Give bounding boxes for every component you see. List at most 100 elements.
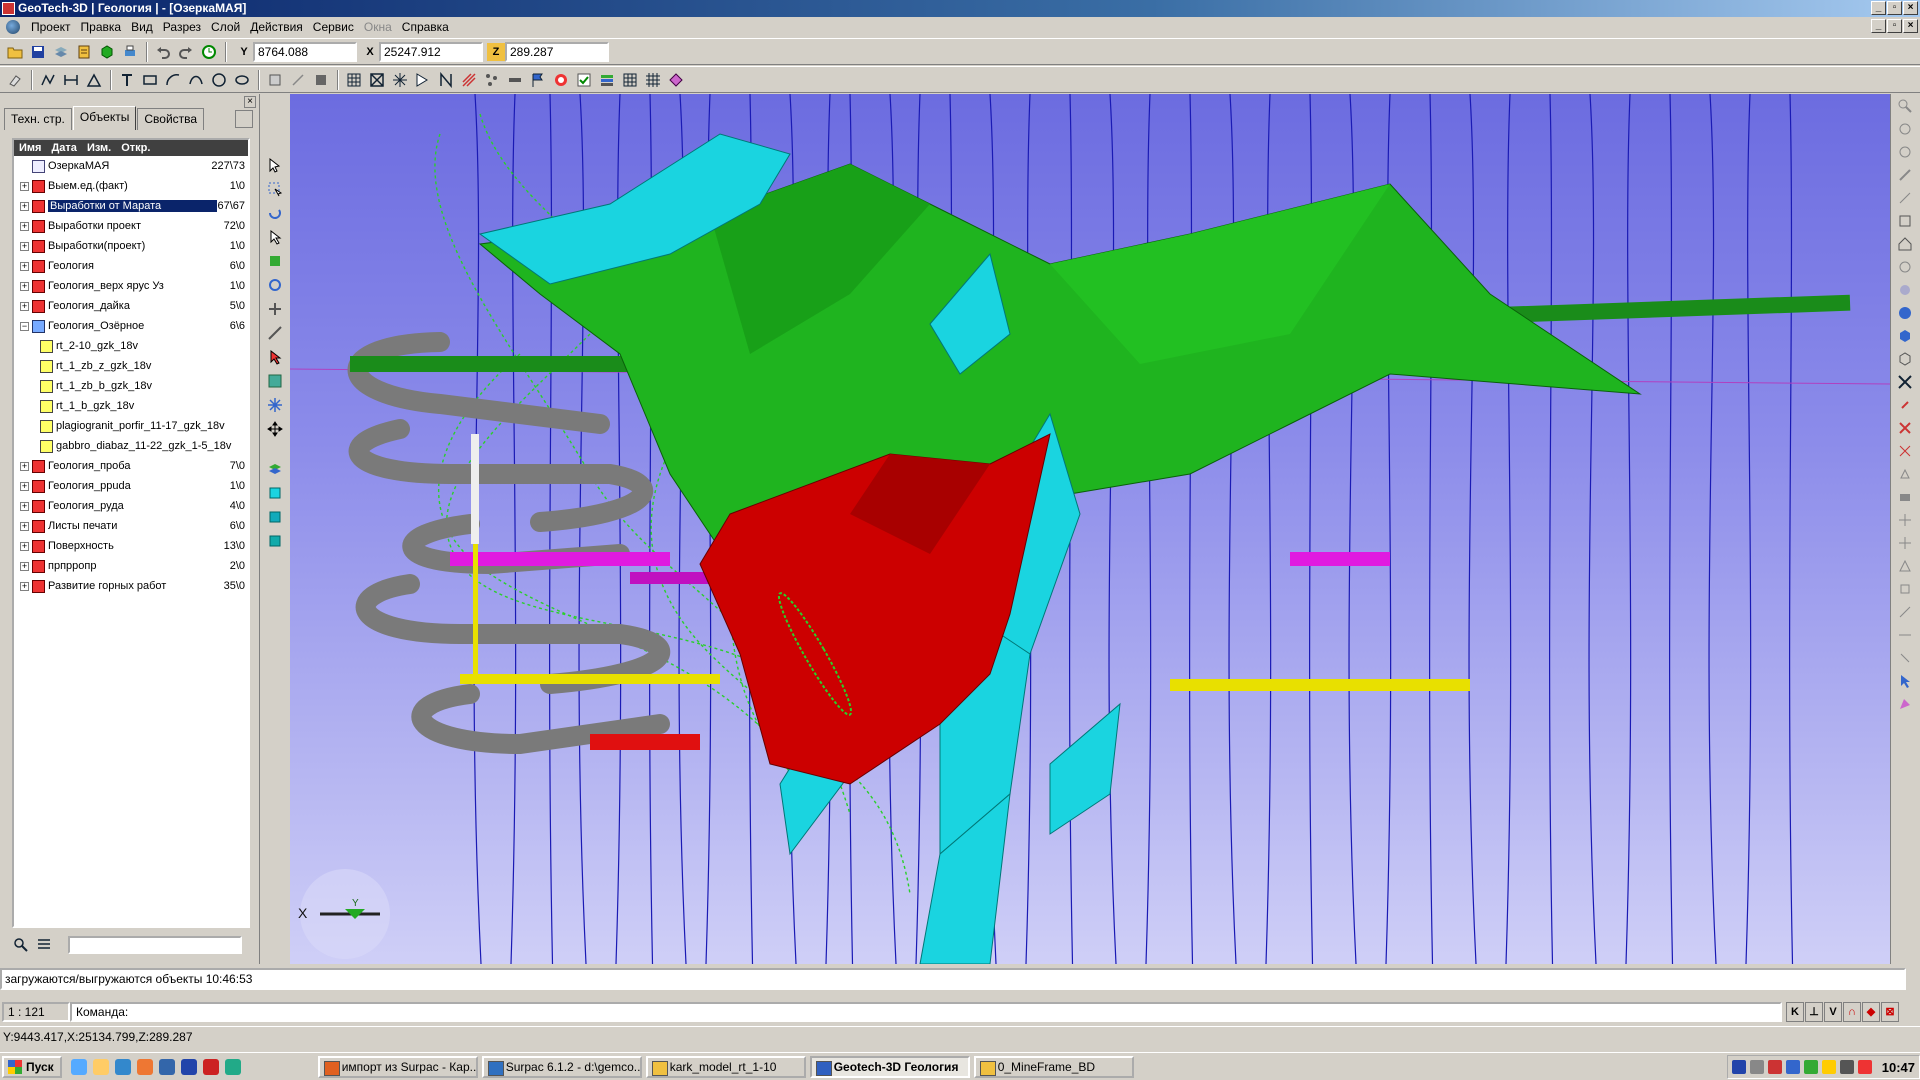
z-coord-input[interactable] — [505, 41, 609, 62]
polyline-icon[interactable] — [37, 69, 59, 91]
expand-icon[interactable]: + — [20, 181, 29, 191]
snowflake-icon[interactable] — [264, 394, 286, 416]
scatter-icon[interactable] — [481, 69, 503, 91]
column-date[interactable]: Дата — [46, 142, 81, 154]
hatch-icon[interactable] — [458, 69, 480, 91]
cursor-icon[interactable] — [1894, 670, 1916, 692]
snap-perp-button[interactable]: ⊥ — [1805, 1002, 1823, 1022]
grid-icon[interactable] — [343, 69, 365, 91]
palette-icon[interactable] — [665, 69, 687, 91]
taskbar-button[interactable]: kark_model_rt_1-10 — [645, 1055, 806, 1078]
angle-icon[interactable] — [83, 69, 105, 91]
rectangle-icon[interactable] — [139, 69, 161, 91]
pick-icon[interactable] — [264, 346, 286, 368]
tree-subitem[interactable]: gabbro_diabaz_11-22_gzk_1-5_18v — [14, 436, 248, 456]
node-icon[interactable] — [264, 250, 286, 272]
scene-canvas[interactable]: X Y — [290, 94, 1890, 964]
column-name[interactable]: Имя — [14, 142, 46, 154]
panel-options-button[interactable] — [235, 110, 253, 128]
tree-item[interactable]: + Геология_проба 7\0 — [14, 456, 248, 476]
collapse-icon[interactable]: − — [20, 321, 29, 331]
expand-icon[interactable]: + — [20, 301, 29, 311]
outlook-icon[interactable] — [158, 1058, 175, 1075]
snap-arc-button[interactable]: ∩ — [1843, 1002, 1861, 1022]
view-side-icon[interactable] — [264, 506, 286, 528]
tree-item[interactable]: + Геология_ррuda 1\0 — [14, 476, 248, 496]
dimension-icon[interactable] — [60, 69, 82, 91]
expand-icon[interactable]: + — [20, 241, 29, 251]
tool-a-icon[interactable] — [1894, 463, 1916, 485]
stack-icon[interactable] — [73, 41, 95, 63]
menu-help[interactable]: Справка — [397, 20, 454, 34]
document-icon[interactable] — [6, 20, 20, 34]
compass-icon[interactable] — [1894, 256, 1916, 278]
tree-item[interactable]: + Выработки проект 72\0 — [14, 216, 248, 236]
expand-icon[interactable]: + — [20, 481, 29, 491]
house-icon[interactable] — [1894, 233, 1916, 255]
tree-item[interactable]: + Геология_руда 4\0 — [14, 496, 248, 516]
stamp-icon[interactable] — [310, 69, 332, 91]
rotate-icon[interactable] — [264, 202, 286, 224]
arc-icon[interactable] — [162, 69, 184, 91]
mesh-icon[interactable] — [642, 69, 664, 91]
undo-icon[interactable] — [152, 41, 174, 63]
menu-view[interactable]: Вид — [126, 20, 158, 34]
tool-b-icon[interactable] — [1894, 486, 1916, 508]
ie-icon[interactable] — [114, 1058, 131, 1075]
taskbar-button[interactable]: Geotech-3D Геология — [809, 1055, 970, 1078]
tree-root[interactable]: ОзеркаМАЯ 227\73 — [14, 156, 248, 176]
menu-actions[interactable]: Действия — [245, 20, 308, 34]
cross-box-icon[interactable] — [366, 69, 388, 91]
measure-icon[interactable] — [264, 322, 286, 344]
select-box-icon[interactable] — [264, 178, 286, 200]
tool-e-icon[interactable] — [1894, 555, 1916, 577]
pan-icon[interactable] — [264, 298, 286, 320]
tray-app-icon[interactable] — [1785, 1060, 1800, 1074]
word-icon[interactable] — [180, 1058, 197, 1075]
browser-icon[interactable] — [224, 1058, 241, 1075]
scale-display[interactable]: 1 : 121 — [2, 1002, 70, 1022]
zoom-window-icon[interactable] — [1894, 164, 1916, 186]
taskbar-button[interactable]: импорт из Surpac - Кар... — [317, 1055, 478, 1078]
tool-d-icon[interactable] — [1894, 532, 1916, 554]
expand-icon[interactable]: + — [20, 561, 29, 571]
antivirus-icon[interactable] — [1857, 1060, 1872, 1074]
tool-c-icon[interactable] — [1894, 509, 1916, 531]
expand-icon[interactable]: + — [20, 581, 29, 591]
snap-k-button[interactable]: K — [1786, 1002, 1804, 1022]
desktop-icon[interactable] — [70, 1058, 87, 1075]
open-folder-icon[interactable] — [4, 41, 26, 63]
tree-subitem[interactable]: rt_2-10_gzk_18v — [14, 336, 248, 356]
plane-icon[interactable] — [264, 370, 286, 392]
expand-icon[interactable]: + — [20, 261, 29, 271]
find-icon[interactable] — [10, 934, 32, 956]
volume-icon[interactable] — [1839, 1060, 1854, 1074]
check-icon[interactable] — [573, 69, 595, 91]
expand-icon[interactable]: + — [20, 501, 29, 511]
column-open[interactable]: Откр. — [116, 142, 155, 154]
redo-icon[interactable] — [175, 41, 197, 63]
tree-item[interactable]: + Листы печати 6\0 — [14, 516, 248, 536]
zoom-fit-icon[interactable] — [1894, 141, 1916, 163]
menu-section[interactable]: Разрез — [158, 20, 206, 34]
doc-minimize-button[interactable]: _ — [1871, 19, 1886, 33]
tool-h-icon[interactable] — [1894, 624, 1916, 646]
expand-icon[interactable]: + — [20, 201, 29, 211]
view-top-icon[interactable] — [264, 530, 286, 552]
x-coord-input[interactable] — [379, 41, 483, 62]
menu-service[interactable]: Сервис — [308, 20, 359, 34]
tree-subitem[interactable]: rt_1_zb_b_gzk_18v — [14, 376, 248, 396]
solid-view-icon[interactable] — [1894, 325, 1916, 347]
cut-icon[interactable] — [1894, 417, 1916, 439]
tool-i-icon[interactable] — [1894, 647, 1916, 669]
tray-app-icon[interactable] — [1767, 1060, 1782, 1074]
tree-subitem[interactable]: rt_1_zb_z_gzk_18v — [14, 356, 248, 376]
tab-objects[interactable]: Объекты — [72, 106, 137, 130]
circle-icon[interactable] — [208, 69, 230, 91]
tree-item[interactable]: + Выем.ед.(факт) 1\0 — [14, 176, 248, 196]
expand-icon[interactable]: + — [20, 461, 29, 471]
tree-item[interactable]: + прпрропр 2\0 — [14, 556, 248, 576]
snap-node-button[interactable]: ◆ — [1862, 1002, 1880, 1022]
cube-icon[interactable] — [96, 41, 118, 63]
split-icon[interactable] — [1894, 440, 1916, 462]
